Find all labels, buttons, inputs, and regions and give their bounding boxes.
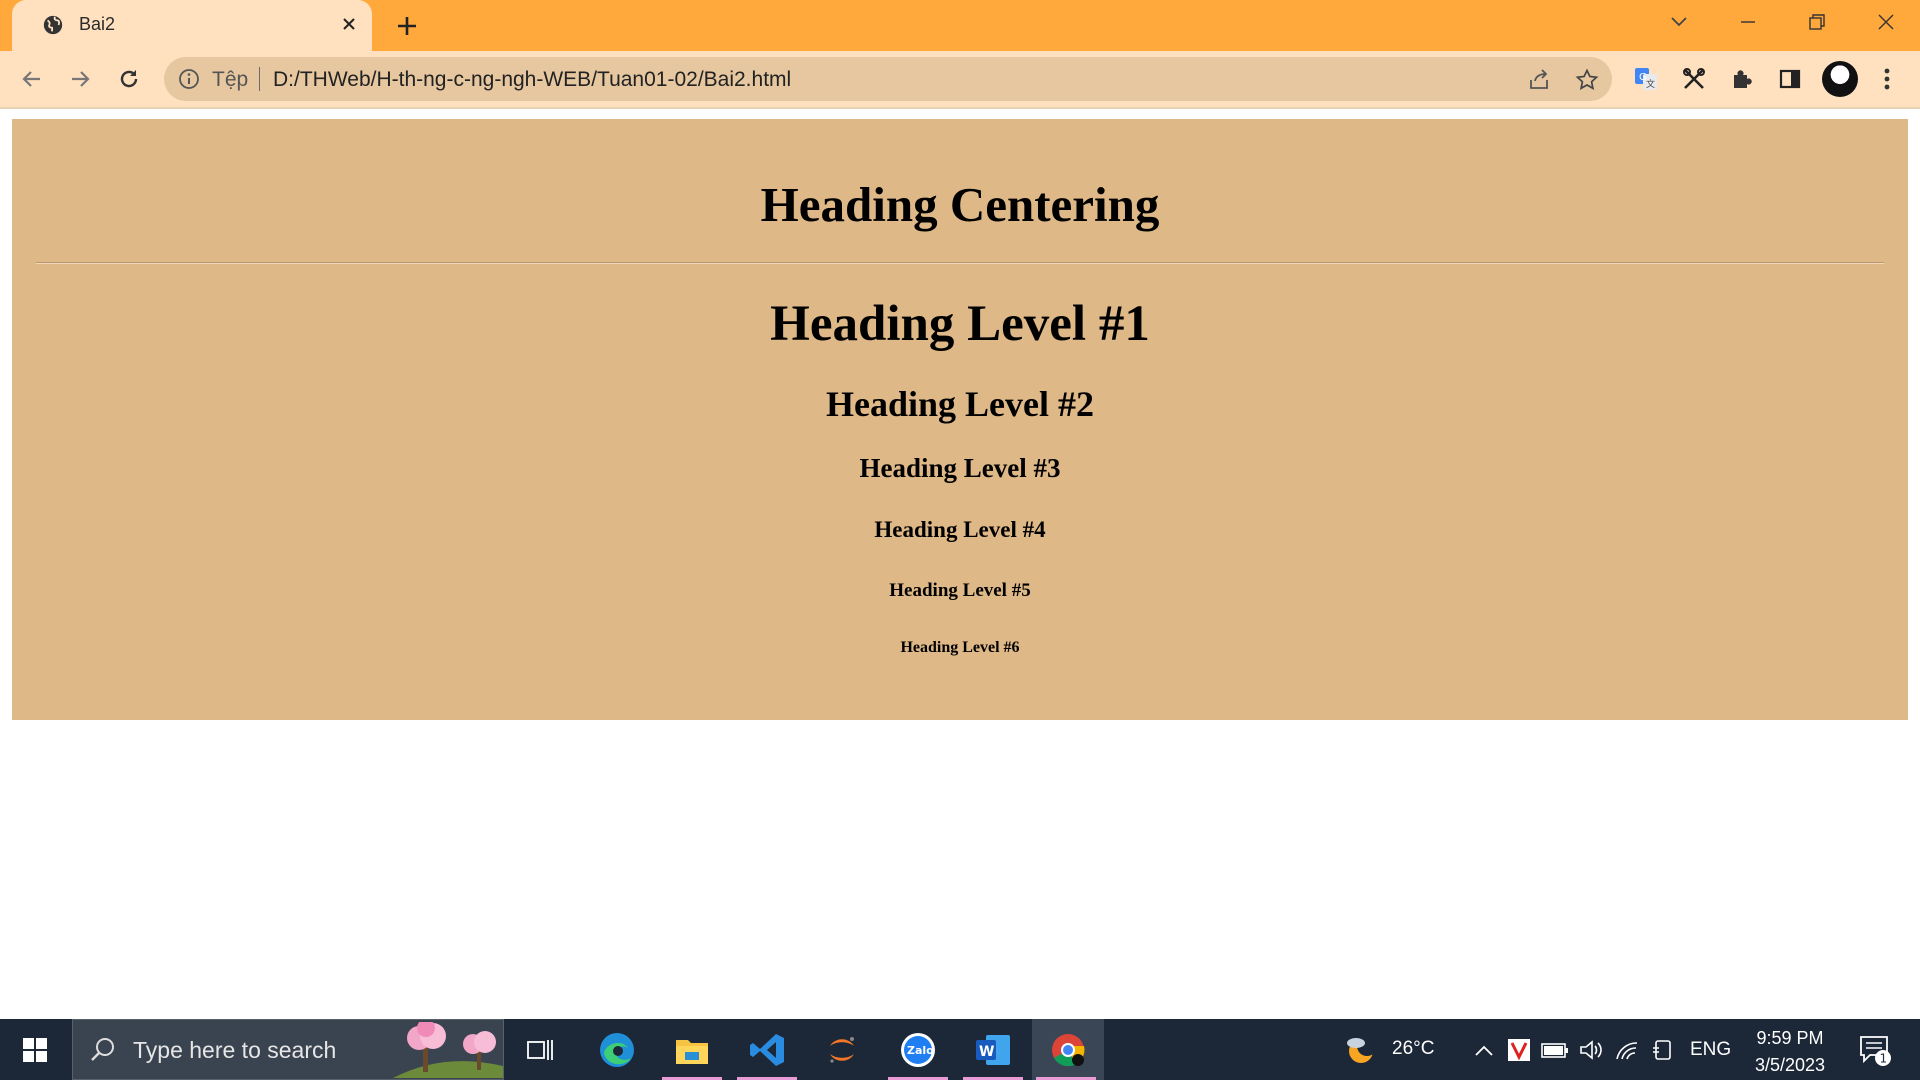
web-page: Heading Centering Heading Level #1 Headi… [0, 109, 1920, 1019]
svg-text:Zalo: Zalo [907, 1044, 934, 1057]
vscode-icon[interactable] [733, 1019, 801, 1080]
globe-icon [43, 15, 63, 35]
share-icon[interactable] [1526, 67, 1552, 93]
svg-text:W: W [979, 1044, 994, 1060]
svg-text:文: 文 [1646, 78, 1655, 90]
tab-search-chevron-icon[interactable] [1661, 8, 1697, 36]
extensions-puzzle-icon[interactable] [1727, 64, 1757, 94]
close-window-icon[interactable] [1868, 8, 1904, 36]
reload-icon[interactable] [113, 63, 145, 95]
vivaldi-tray-icon[interactable] [1505, 1036, 1533, 1064]
battery-icon[interactable] [1541, 1036, 1569, 1064]
file-explorer-icon[interactable] [658, 1019, 726, 1080]
side-panel-icon[interactable] [1775, 64, 1805, 94]
clock-time: 9:59 PM [1756, 1028, 1824, 1048]
tab-bai2[interactable]: Bai2 [12, 0, 372, 51]
jupyter-icon[interactable] [808, 1019, 876, 1080]
bookmark-star-icon[interactable] [1574, 67, 1600, 93]
word-icon[interactable]: W [959, 1019, 1027, 1080]
close-tab-icon[interactable] [336, 11, 362, 37]
heading-level-1: Heading Level #1 [770, 296, 1150, 352]
notification-count: 1 [1880, 1052, 1888, 1066]
input-method-icon[interactable] [1649, 1036, 1677, 1064]
windows-taskbar: Type here to search Zalo W 26°C ENG 9:59… [0, 1019, 1920, 1080]
wifi-icon[interactable] [1613, 1036, 1641, 1064]
taskbar-clock[interactable]: 9:59 PM 3/5/2023 [1740, 1025, 1840, 1079]
url-scheme-label: Tệp [212, 68, 249, 91]
profile-avatar[interactable] [1822, 61, 1858, 97]
windows-start-icon[interactable] [0, 1019, 70, 1080]
heading-panel: Heading Centering Heading Level #1 Headi… [12, 119, 1908, 720]
tab-strip: Bai2 [0, 0, 1920, 51]
heading-centering: Heading Centering [760, 177, 1160, 232]
task-view-icon[interactable] [506, 1019, 574, 1080]
weather-moon-cloud-icon[interactable] [1344, 1036, 1378, 1064]
language-indicator[interactable]: ENG [1690, 1039, 1731, 1061]
address-bar[interactable]: Tệp D:/THWeb/H-th-ng-c-ng-ngh-WEB/Tuan01… [164, 57, 1612, 101]
search-icon [91, 1038, 114, 1061]
heading-level-2: Heading Level #2 [826, 384, 1094, 424]
info-icon[interactable] [178, 68, 200, 90]
heading-level-4: Heading Level #4 [874, 517, 1046, 542]
clock-date: 3/5/2023 [1754, 1055, 1826, 1075]
minimize-icon[interactable] [1730, 8, 1766, 36]
restore-icon[interactable] [1799, 8, 1835, 36]
notification-center-icon[interactable]: 1 [1858, 1033, 1892, 1067]
google-translate-icon[interactable]: G文 [1631, 64, 1661, 94]
tab-title: Bai2 [79, 14, 116, 34]
search-placeholder: Type here to search [133, 1037, 337, 1063]
back-icon[interactable] [16, 63, 48, 95]
edge-browser-icon[interactable] [583, 1019, 651, 1080]
address-separator [259, 67, 260, 91]
cherry-blossom-art-icon [393, 1022, 503, 1078]
heading-level-3: Heading Level #3 [859, 453, 1061, 483]
volume-icon[interactable] [1577, 1036, 1605, 1064]
taskbar-search-box[interactable]: Type here to search [72, 1019, 504, 1080]
heading-level-6: Heading Level #6 [900, 639, 1020, 656]
menu-kebab-icon[interactable] [1872, 64, 1902, 94]
weather-temperature[interactable]: 26°C [1392, 1038, 1434, 1060]
zalo-icon[interactable]: Zalo [884, 1019, 952, 1080]
url-text[interactable]: D:/THWeb/H-th-ng-c-ng-ngh-WEB/Tuan01-02/… [273, 68, 791, 92]
horizontal-rule [36, 262, 1884, 264]
heading-level-5: Heading Level #5 [889, 580, 1031, 601]
chrome-icon[interactable] [1032, 1019, 1104, 1080]
new-tab-icon[interactable] [392, 11, 422, 41]
browser-toolbar: Tệp D:/THWeb/H-th-ng-c-ng-ngh-WEB/Tuan01… [0, 51, 1920, 107]
tools-extension-icon[interactable] [1679, 64, 1709, 94]
show-hidden-icons-chevron-icon[interactable] [1470, 1036, 1498, 1064]
forward-icon[interactable] [64, 63, 96, 95]
